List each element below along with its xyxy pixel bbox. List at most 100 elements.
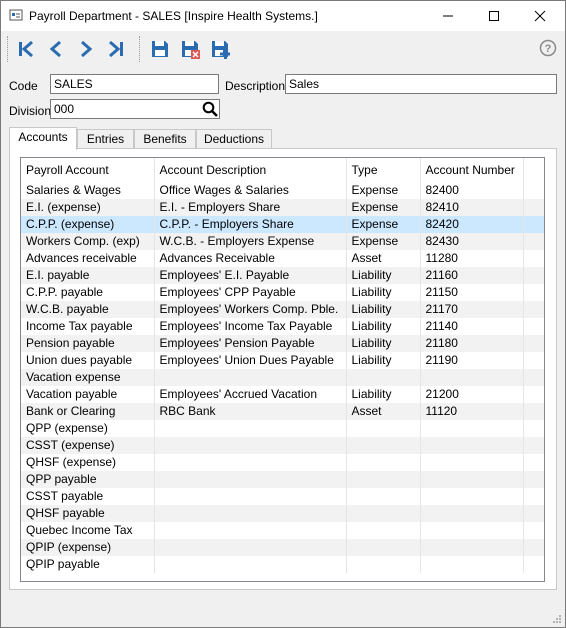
save-icon (152, 41, 168, 57)
table-row[interactable]: Advances receivable Advances Receivable As… (21, 250, 544, 267)
table-row[interactable]: W.C.B. payable Employees' Workers Comp. P… (21, 301, 544, 318)
table-row[interactable]: CSST payable (21, 488, 544, 505)
table-body: Salaries & Wages Office Wages & Salaries E… (21, 182, 544, 573)
save-button[interactable] (147, 36, 173, 62)
next-record-button[interactable] (73, 36, 99, 62)
table-row[interactable]: Salaries & Wages Office Wages & Salaries E… (21, 182, 544, 199)
title-bar[interactable]: Payroll Department - SALES [Inspire Heal… (1, 1, 565, 31)
window-title: Payroll Department - SALES [Inspire Heal… (29, 9, 318, 23)
cell-account-description: E.I. - Employers Share (154, 199, 347, 216)
cell-account-description: Employees' Income Tax Payable (154, 318, 347, 335)
cell-account-number (420, 539, 524, 556)
cell-account-description (154, 369, 347, 386)
column-header-account-description[interactable]: Account Description (154, 158, 347, 182)
cell-filler (523, 386, 544, 403)
cell-filler (523, 216, 544, 233)
cell-account-number: 11120 (420, 403, 524, 420)
table-row[interactable]: Workers Comp. (exp) W.C.B. - Employers Ex… (21, 233, 544, 250)
table-row[interactable]: Vacation expense (21, 369, 544, 386)
close-button[interactable] (517, 1, 563, 31)
cell-payroll-account: QPIP (expense) (21, 539, 155, 556)
cell-payroll-account: QHSF payable (21, 505, 155, 522)
first-record-button[interactable] (13, 36, 39, 62)
resize-grip-icon[interactable] (552, 614, 562, 624)
table-row[interactable]: Income Tax payable Employees' Income Tax … (21, 318, 544, 335)
cell-payroll-account: Pension payable (21, 335, 155, 352)
cell-account-number: 21200 (420, 386, 524, 403)
table-row[interactable]: Quebec Income Tax (21, 522, 544, 539)
division-field[interactable] (50, 99, 220, 119)
cell-type (346, 522, 421, 539)
cell-payroll-account: E.I. (expense) (21, 199, 155, 216)
tab-deductions[interactable]: Deductions (196, 129, 272, 149)
division-label: Division (9, 104, 52, 118)
cell-account-description: Employees' Workers Comp. Pble. (154, 301, 347, 318)
cell-account-description (154, 505, 347, 522)
search-icon[interactable] (202, 101, 218, 117)
cell-account-description: Advances Receivable (154, 250, 347, 267)
save-and-new-button[interactable] (207, 36, 233, 62)
cell-account-number: 11280 (420, 250, 524, 267)
cell-account-number: 82420 (420, 216, 524, 233)
last-record-button[interactable] (103, 36, 129, 62)
code-field[interactable] (50, 74, 219, 94)
cell-payroll-account: QPIP payable (21, 556, 155, 573)
cell-type: Liability (346, 301, 421, 318)
cell-account-description (154, 437, 347, 454)
cell-payroll-account: C.P.P. (expense) (21, 216, 155, 233)
cell-account-description: Office Wages & Salaries (154, 182, 347, 199)
cell-account-description: C.P.P. - Employers Share (154, 216, 347, 233)
tab-entries[interactable]: Entries (77, 129, 134, 149)
table-row[interactable]: QPIP payable (21, 556, 544, 573)
maximize-button[interactable] (471, 1, 517, 31)
table-row[interactable]: QHSF payable (21, 505, 544, 522)
cell-type: Expense (346, 199, 421, 216)
table-row[interactable]: E.I. (expense) E.I. - Employers Share Expe… (21, 199, 544, 216)
cell-filler (523, 505, 544, 522)
minimize-button[interactable] (425, 1, 471, 31)
close-icon (534, 10, 546, 22)
table-row[interactable]: E.I. payable Employees' E.I. Payable Liabi… (21, 267, 544, 284)
cell-type: Asset (346, 250, 421, 267)
cell-filler (523, 335, 544, 352)
help-icon[interactable]: ? (539, 39, 557, 57)
cell-account-number (420, 437, 524, 454)
cell-account-description: Employees' CPP Payable (154, 284, 347, 301)
cell-account-number (420, 556, 524, 573)
table-row[interactable]: QPP (expense) (21, 420, 544, 437)
table-row[interactable]: Vacation payable Employees' Accrued Vacat… (21, 386, 544, 403)
table-row[interactable]: Union dues payable Employees' Union Dues … (21, 352, 544, 369)
cell-type: Liability (346, 335, 421, 352)
table-row[interactable]: Pension payable Employees' Pension Payabl… (21, 335, 544, 352)
cell-type: Expense (346, 182, 421, 199)
cell-account-description: Employees' E.I. Payable (154, 267, 347, 284)
table-row[interactable]: Bank or Clearing RBC Bank Asset 11120 (21, 403, 544, 420)
payroll-department-window: Payroll Department - SALES [Inspire Heal… (0, 0, 566, 628)
cell-account-description (154, 522, 347, 539)
toolbar-separator (139, 36, 141, 62)
cell-account-description (154, 454, 347, 471)
cell-account-number (420, 522, 524, 539)
table-row[interactable]: C.P.P. (expense) C.P.P. - Employers Share… (21, 216, 544, 233)
table-row[interactable]: CSST (expense) (21, 437, 544, 454)
table-row[interactable]: QPP payable (21, 471, 544, 488)
column-header-payroll-account[interactable]: Payroll Account (21, 158, 155, 182)
column-header-account-number[interactable]: Account Number (420, 158, 524, 182)
table-row[interactable]: QPIP (expense) (21, 539, 544, 556)
accounts-grid[interactable]: Payroll Account Account Description Type… (20, 157, 545, 582)
column-header-type[interactable]: Type (346, 158, 421, 182)
tab-benefits[interactable]: Benefits (134, 129, 196, 149)
description-field[interactable] (285, 74, 557, 94)
table-row[interactable]: C.P.P. payable Employees' CPP Payable Liab… (21, 284, 544, 301)
previous-record-button[interactable] (43, 36, 69, 62)
cell-type (346, 454, 421, 471)
cell-type (346, 420, 421, 437)
table-row[interactable]: QHSF (expense) (21, 454, 544, 471)
cell-type: Liability (346, 284, 421, 301)
cell-filler (523, 420, 544, 437)
save-and-delete-button[interactable] (177, 36, 203, 62)
cell-type: Expense (346, 233, 421, 250)
tab-accounts[interactable]: Accounts (9, 127, 77, 150)
cell-payroll-account: Union dues payable (21, 352, 155, 369)
cell-payroll-account: Income Tax payable (21, 318, 155, 335)
